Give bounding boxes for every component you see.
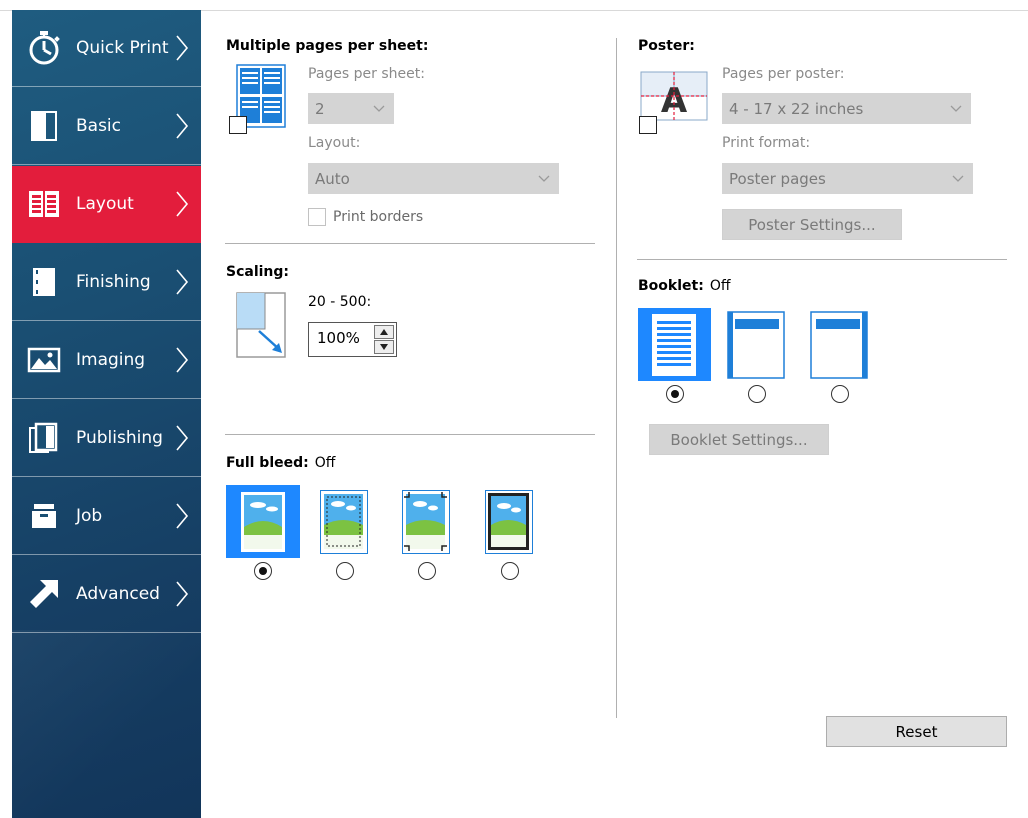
triangle-down-icon xyxy=(380,344,388,350)
sidebar-item-publishing[interactable]: Publishing xyxy=(12,400,201,477)
booklet-radio-1[interactable] xyxy=(666,385,684,403)
finishing-icon xyxy=(26,264,62,300)
multiple-pages-checkbox[interactable] xyxy=(229,116,247,134)
full-bleed-radio-1[interactable] xyxy=(254,562,272,580)
section-divider xyxy=(637,259,1007,260)
sidebar-item-label: Imaging xyxy=(76,350,146,370)
image-icon xyxy=(26,342,62,378)
booklet-radio-3[interactable] xyxy=(831,385,849,403)
print-borders-checkbox[interactable] xyxy=(308,208,326,226)
landscape-page-icon xyxy=(324,494,363,549)
chevron-right-icon xyxy=(176,269,189,295)
poster-checkbox[interactable] xyxy=(639,116,657,134)
landscape-page-icon xyxy=(241,492,285,552)
spin-up-button[interactable] xyxy=(374,325,394,339)
landscape-page-icon xyxy=(404,492,447,551)
full-bleed-radio-4[interactable] xyxy=(501,562,519,580)
sidebar-item-quick-print[interactable]: Quick Print xyxy=(12,10,201,87)
sidebar-item-label: Job xyxy=(76,506,103,526)
sidebar-item-label: Finishing xyxy=(76,272,151,292)
spin-down-button[interactable] xyxy=(374,340,394,354)
full-bleed-title: Full bleed: Off xyxy=(226,455,336,471)
dropdown-value: Auto xyxy=(315,169,350,188)
triangle-up-icon xyxy=(380,329,388,335)
sidebar-item-label: Layout xyxy=(76,194,134,214)
pages-per-poster-label: Pages per poster: xyxy=(722,66,845,82)
sidebar-item-label: Publishing xyxy=(76,428,163,448)
scaling-title: Scaling: xyxy=(226,264,290,280)
dropdown-value: Poster pages xyxy=(729,169,826,188)
print-format-dropdown[interactable]: Poster pages xyxy=(722,163,973,194)
chevron-down-icon xyxy=(373,105,385,112)
booklet-option-3[interactable] xyxy=(810,311,868,379)
sidebar-item-imaging[interactable]: Imaging xyxy=(12,322,201,399)
full-bleed-value: Off xyxy=(314,455,336,471)
stopwatch-icon xyxy=(26,30,62,66)
section-divider xyxy=(225,243,595,244)
sidebar-item-basic[interactable]: Basic xyxy=(12,88,201,165)
full-bleed-option-3[interactable] xyxy=(402,490,450,554)
booklet-value: Off xyxy=(709,278,731,294)
pages-per-sheet-dropdown[interactable]: 2 xyxy=(308,93,394,124)
poster-settings-button[interactable]: Poster Settings... xyxy=(722,209,902,240)
scaling-icon xyxy=(236,292,288,360)
sidebar-item-layout[interactable]: Layout xyxy=(12,166,201,243)
booklet-settings-button[interactable]: Booklet Settings... xyxy=(649,424,829,455)
sidebar-item-finishing[interactable]: Finishing xyxy=(12,244,201,321)
booklet-right-bind-icon xyxy=(810,311,868,379)
dropdown-value: 2 xyxy=(315,99,325,118)
booklet-option-off[interactable] xyxy=(638,308,711,381)
dropdown-value: 4 - 17 x 22 inches xyxy=(729,99,864,118)
chevron-right-icon xyxy=(176,425,189,451)
chevron-right-icon xyxy=(176,113,189,139)
section-divider xyxy=(225,434,595,435)
full-bleed-radio-3[interactable] xyxy=(418,562,436,580)
print-borders-label: Print borders xyxy=(333,209,424,225)
scaling-range-label: 20 - 500: xyxy=(308,294,372,310)
job-tray-icon xyxy=(26,498,62,534)
layout-label: Layout: xyxy=(308,135,361,151)
sidebar-item-label: Quick Print xyxy=(76,38,169,58)
sidebar-item-advanced[interactable]: Advanced xyxy=(12,556,201,633)
chevron-down-icon xyxy=(538,175,550,182)
scaling-value[interactable]: 100% xyxy=(317,329,360,347)
booklet-left-bind-icon xyxy=(727,311,785,379)
chevron-right-icon xyxy=(176,347,189,373)
layout-dropdown[interactable]: Auto xyxy=(308,163,559,194)
full-bleed-radio-2[interactable] xyxy=(336,562,354,580)
layout-icon xyxy=(26,186,62,222)
booklet-radio-2[interactable] xyxy=(748,385,766,403)
scaling-stepper[interactable]: 100% xyxy=(308,322,397,357)
arrow-up-right-icon xyxy=(26,576,62,612)
publishing-icon xyxy=(26,420,62,456)
sidebar-nav: Quick Print Basic Layout Finishing Imagi… xyxy=(12,10,201,818)
print-format-label: Print format: xyxy=(722,135,811,151)
book-icon xyxy=(26,108,62,144)
full-bleed-option-4[interactable] xyxy=(485,490,533,554)
pages-per-poster-dropdown[interactable]: 4 - 17 x 22 inches xyxy=(722,93,971,124)
chevron-right-icon xyxy=(176,581,189,607)
pages-per-sheet-label: Pages per sheet: xyxy=(308,66,425,82)
booklet-title: Booklet: Off xyxy=(638,278,731,294)
column-divider xyxy=(616,38,617,718)
sidebar-item-label: Basic xyxy=(76,116,122,136)
full-bleed-option-off[interactable] xyxy=(226,485,300,558)
chevron-right-icon xyxy=(176,503,189,529)
chevron-right-icon xyxy=(176,191,189,217)
booklet-option-2[interactable] xyxy=(727,311,785,379)
reset-button[interactable]: Reset xyxy=(826,716,1007,747)
chevron-right-icon xyxy=(176,35,189,61)
document-page-icon xyxy=(652,314,696,376)
sidebar-item-job[interactable]: Job xyxy=(12,478,201,555)
full-bleed-option-2[interactable] xyxy=(320,490,368,554)
chevron-down-icon xyxy=(952,175,964,182)
landscape-page-icon xyxy=(488,493,529,550)
multiple-pages-title: Multiple pages per sheet: xyxy=(226,38,429,54)
chevron-down-icon xyxy=(950,105,962,112)
poster-title: Poster: xyxy=(638,38,695,54)
sidebar-item-label: Advanced xyxy=(76,584,160,604)
